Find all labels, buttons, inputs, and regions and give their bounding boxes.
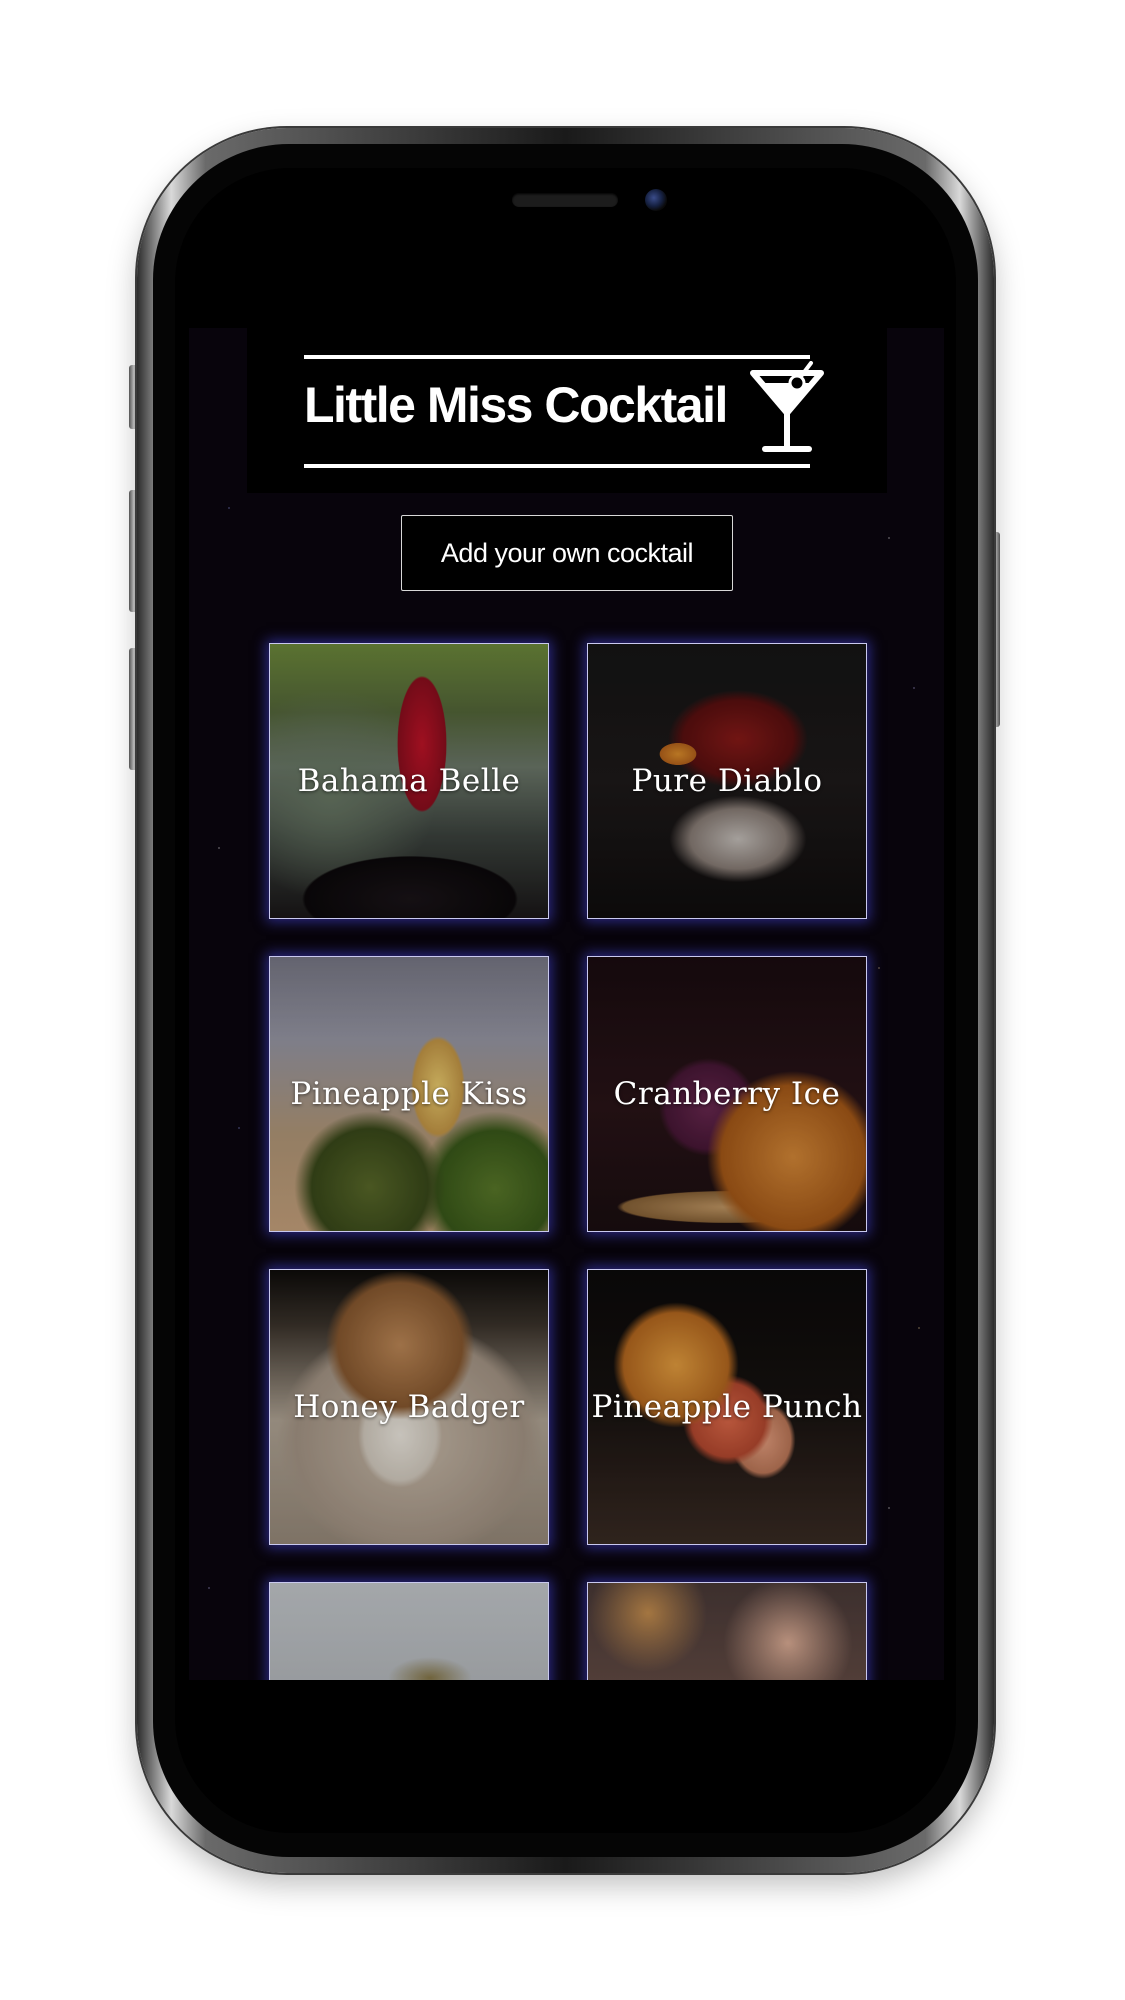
cocktail-card-cranberry-ice[interactable]: Cranberry Ice xyxy=(587,956,867,1232)
earpiece-speaker xyxy=(512,193,618,207)
cocktail-card-pineapple-punch[interactable]: Pineapple Punch xyxy=(587,1269,867,1545)
cocktail-name: Cranberry Ice xyxy=(613,1076,841,1112)
photo-overlay xyxy=(588,1583,866,1680)
cocktail-name: Pineapple Punch xyxy=(591,1389,863,1425)
cocktail-name: Honey Badger xyxy=(293,1389,525,1425)
header-top-rule xyxy=(304,355,810,359)
cocktail-name: Pure Diablo xyxy=(631,763,823,799)
cocktail-card-bahama-belle[interactable]: Bahama Belle xyxy=(269,643,549,919)
cocktail-name: Bahama Belle xyxy=(297,763,521,799)
martini-glass-icon xyxy=(750,361,824,452)
add-cocktail-button[interactable]: Add your own cocktail xyxy=(401,515,733,591)
cocktail-card-partial-1[interactable] xyxy=(269,1582,549,1680)
photo-overlay xyxy=(270,1583,548,1680)
app-viewport[interactable]: Little Miss Cocktail Add your own cockta… xyxy=(189,328,944,1680)
cocktail-card-pure-diablo[interactable]: Pure Diablo xyxy=(587,643,867,919)
app-header: Little Miss Cocktail xyxy=(247,328,887,493)
front-camera xyxy=(645,189,667,211)
cocktail-card-honey-badger[interactable]: Honey Badger xyxy=(269,1269,549,1545)
cocktail-card-pineapple-kiss[interactable]: Pineapple Kiss xyxy=(269,956,549,1232)
header-bottom-rule xyxy=(304,464,810,468)
cocktail-name: Pineapple Kiss xyxy=(290,1076,528,1112)
cocktail-card-partial-2[interactable] xyxy=(587,1582,867,1680)
app-title: Little Miss Cocktail xyxy=(304,377,728,433)
